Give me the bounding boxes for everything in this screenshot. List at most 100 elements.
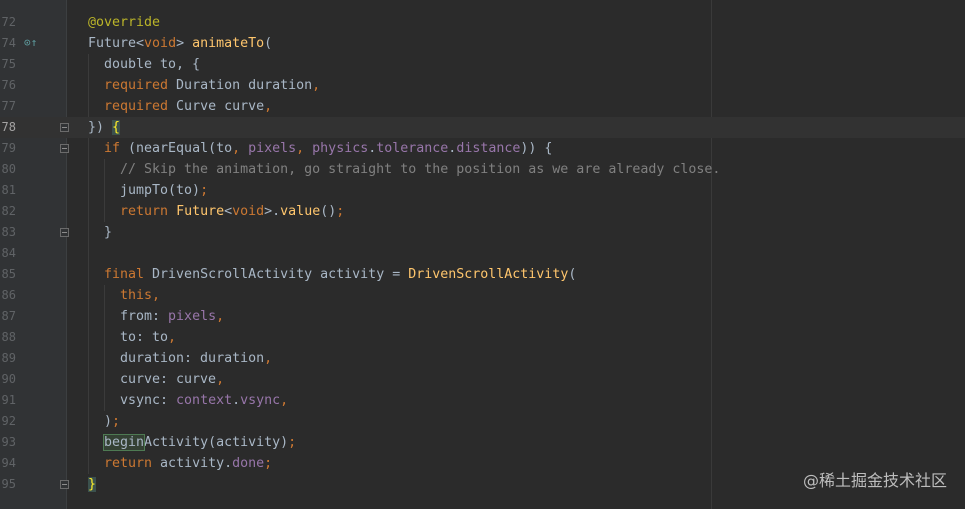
code-token: return — [104, 456, 153, 471]
code-token: to: to — [120, 330, 169, 345]
code-text: jumpTo(to); — [120, 180, 208, 201]
line-number: 93 — [1, 435, 16, 449]
code-token: animateTo — [192, 36, 265, 51]
line-number: 80 — [1, 162, 16, 176]
code-token: curve: curve — [120, 372, 217, 387]
code-text: this, — [120, 285, 160, 306]
line-number: 94 — [1, 456, 16, 470]
code-token: ; — [288, 435, 297, 450]
fold-marker-icon[interactable] — [60, 480, 69, 489]
watermark: @稀土掘金技术社区 — [802, 471, 947, 490]
code-line[interactable]: 85 final DrivenScrollActivity activity = … — [0, 264, 965, 285]
code-token: ( — [264, 36, 273, 51]
fold-marker-icon[interactable] — [60, 144, 69, 153]
code-text: Future<void> animateTo( — [88, 33, 272, 54]
line-number: 74 — [1, 36, 16, 50]
code-line[interactable]: 74 ⊙↑ Future<void> animateTo( — [0, 33, 965, 54]
line-number: 86 — [1, 288, 16, 302]
code-token: required — [104, 99, 169, 114]
code-line[interactable]: 86 this, — [0, 285, 965, 306]
line-number: 82 — [1, 204, 16, 218]
code-token: , — [296, 141, 313, 156]
code-token: Duration duration — [168, 78, 313, 93]
code-line[interactable]: 84 — [0, 243, 965, 264]
code-text: required Duration duration, — [104, 75, 320, 96]
code-text: required Curve curve, — [104, 96, 272, 117]
code-line[interactable]: 76 required Duration duration, — [0, 75, 965, 96]
line-number: 84 — [1, 246, 16, 260]
code-text: from: pixels, — [120, 306, 224, 327]
code-token: } — [88, 477, 97, 492]
code-text: ); — [104, 411, 120, 432]
code-line[interactable]: 79 if (nearEqual(to, pixels, physics.tole… — [0, 138, 965, 159]
code-token: Future — [176, 204, 225, 219]
code-line[interactable]: 87 from: pixels, — [0, 306, 965, 327]
fold-marker-icon[interactable] — [60, 123, 69, 132]
code-line[interactable]: 77 required Curve curve, — [0, 96, 965, 117]
code-token: from: — [120, 309, 169, 324]
code-line[interactable]: 88 to: to, — [0, 327, 965, 348]
code-token: ) — [104, 414, 113, 429]
code-token: , — [280, 393, 289, 408]
line-number: 85 — [1, 267, 16, 281]
line-number: 89 — [1, 351, 16, 365]
code-token: > — [176, 36, 193, 51]
fold-marker-icon[interactable] — [60, 228, 69, 237]
code-line[interactable]: 89 duration: duration, — [0, 348, 965, 369]
code-line[interactable]: 91 vsync: context.vsync, — [0, 390, 965, 411]
code-token: >. — [264, 204, 281, 219]
code-token: , — [168, 330, 177, 345]
code-line[interactable]: 81 jumpTo(to); — [0, 180, 965, 201]
code-token: this — [120, 288, 153, 303]
code-text: duration: duration, — [120, 348, 272, 369]
line-number: 81 — [1, 183, 16, 197]
code-token: begin — [102, 434, 146, 451]
code-line[interactable]: 93 beginActivity(activity); — [0, 432, 965, 453]
code-token: , — [152, 288, 161, 303]
line-number: 77 — [1, 99, 16, 113]
code-text: return activity.done; — [104, 453, 272, 474]
code-token: , — [232, 141, 249, 156]
code-token: // Skip the animation, go straight to th… — [120, 162, 721, 177]
line-number: 92 — [1, 414, 16, 428]
code-text: } — [88, 474, 97, 495]
code-text: final DrivenScrollActivity activity = Dr… — [104, 264, 576, 285]
code-token: vsync: — [120, 393, 177, 408]
code-token: if — [104, 141, 121, 156]
code-token: < — [224, 204, 233, 219]
code-token: ; — [200, 183, 209, 198]
code-token: void — [232, 204, 265, 219]
code-line[interactable]: 83} — [0, 222, 965, 243]
code-token: double to, { — [104, 57, 201, 72]
code-token: jumpTo(to) — [120, 183, 201, 198]
code-token: pixels — [168, 309, 217, 324]
line-number: 90 — [1, 372, 16, 386]
code-text: double to, { — [104, 54, 200, 75]
code-token: ; — [336, 204, 345, 219]
code-token: pixels — [248, 141, 297, 156]
line-number: 76 — [1, 78, 16, 92]
code-line[interactable]: 82 return Future<void>.value(); — [0, 201, 965, 222]
line-number: 78 — [1, 120, 16, 134]
code-token: distance — [456, 141, 521, 156]
line-number: 95 — [1, 477, 16, 491]
code-line[interactable]: 72 @override — [0, 12, 965, 33]
code-token: vsync — [240, 393, 281, 408]
code-line[interactable]: 90 curve: curve, — [0, 369, 965, 390]
code-token: void — [144, 36, 177, 51]
line-number: 87 — [1, 309, 16, 323]
code-token: ( — [568, 267, 577, 282]
code-token: return — [120, 204, 169, 219]
code-token: } — [104, 225, 113, 240]
code-line[interactable]: 80 // Skip the animation, go straight to … — [0, 159, 965, 180]
code-editor[interactable]: 72 @override 74 ⊙↑ Future<void> animateTo(75… — [0, 0, 965, 509]
code-line[interactable]: 75 double to, { — [0, 54, 965, 75]
code-line[interactable]: 92); — [0, 411, 965, 432]
line-number: 72 — [1, 15, 16, 29]
code-token: value — [280, 204, 321, 219]
override-method-icon[interactable]: ⊙↑ — [24, 37, 37, 49]
code-line[interactable]: 78}) { — [0, 117, 965, 138]
code-token: done — [232, 456, 265, 471]
code-token: , — [264, 351, 273, 366]
